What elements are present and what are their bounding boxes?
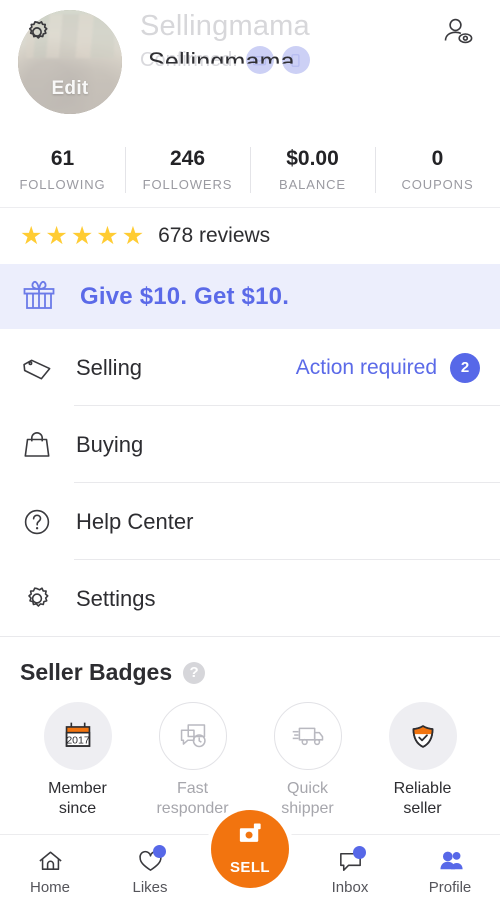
truck-icon: [273, 702, 342, 770]
bag-icon: [20, 428, 66, 462]
calendar-2017-icon: 2017: [43, 702, 112, 770]
badge-label: Quick: [287, 780, 328, 797]
rating-stars: ★ ★ ★ ★ ★: [20, 221, 145, 250]
status-badge: 2: [450, 352, 480, 383]
action-required-label: Action required: [295, 355, 437, 379]
star-icon: ★: [20, 221, 43, 250]
seller-badges-section: Seller Badges ? 2017 Member since Fast r…: [0, 637, 500, 818]
badge-label: Member: [48, 780, 107, 797]
stat-coupons[interactable]: 0 COUPONS: [375, 141, 500, 195]
tag-icon: [20, 351, 66, 385]
heart-icon: [136, 845, 166, 875]
svg-text:2017: 2017: [66, 734, 90, 746]
nav-profile[interactable]: Profile: [400, 835, 500, 896]
camera-icon: [234, 822, 267, 856]
star-icon: ★: [45, 221, 68, 250]
badge-sublabel: responder: [156, 800, 229, 817]
home-icon: [36, 845, 65, 875]
reviews-row[interactable]: ★ ★ ★ ★ ★ 678 reviews: [0, 208, 500, 264]
nav-label: Profile: [428, 879, 472, 896]
gear-icon: [20, 582, 66, 616]
gift-icon: [20, 275, 58, 318]
question-icon: [20, 505, 66, 539]
reviews-count: 678 reviews: [158, 224, 271, 247]
seller-badges-list: 2017 Member since Fast responder Quick s…: [20, 702, 480, 818]
account-menu: Selling Action required 2 Buying Help Ce…: [0, 329, 500, 637]
stat-label: FOLLOWING: [19, 176, 106, 192]
menu-item-label: Buying: [76, 431, 144, 457]
referral-banner[interactable]: Give $10. Get $10.: [0, 264, 500, 329]
nav-home[interactable]: Home: [0, 835, 100, 896]
username-ghost: Sellingmama: [140, 10, 310, 42]
menu-item-label: Settings: [76, 585, 156, 611]
inbox-icon: [336, 845, 366, 875]
notification-dot: [152, 845, 166, 858]
stat-value: 246: [169, 147, 206, 171]
stat-label: BALANCE: [279, 176, 346, 192]
avatar-edit-label[interactable]: Edit: [18, 78, 122, 100]
badge-label: Reliable: [393, 780, 452, 797]
stat-label: COUPONS: [401, 176, 474, 192]
chat-clock-icon: [158, 702, 227, 770]
stat-value: 61: [50, 147, 75, 171]
profile-views-icon[interactable]: [440, 14, 476, 50]
stat-following[interactable]: 61 FOLLOWING: [0, 141, 125, 195]
stat-value: $0.00: [286, 147, 339, 171]
stat-value: 0: [431, 147, 444, 171]
seller-badges-header: Seller Badges ?: [20, 659, 480, 686]
sell-label: SELL: [230, 859, 270, 876]
stat-followers[interactable]: 246 FOLLOWERS: [125, 141, 250, 195]
menu-item-status[interactable]: Action required 2: [295, 352, 480, 383]
badge-label: Fast: [176, 780, 209, 797]
stat-balance[interactable]: $0.00 BALANCE: [250, 141, 375, 195]
badge-member[interactable]: 2017 Member since: [20, 702, 135, 818]
badge-fast[interactable]: Fast responder: [135, 702, 250, 818]
badge-quick[interactable]: Quick shipper: [250, 702, 365, 818]
gear-icon[interactable]: [20, 16, 54, 50]
star-icon: ★: [70, 221, 94, 250]
menu-item-selling[interactable]: Selling Action required 2: [0, 329, 500, 406]
menu-item-buying[interactable]: Buying: [0, 406, 500, 483]
section-title: Seller Badges: [20, 659, 173, 685]
stat-label: FOLLOWERS: [142, 176, 233, 192]
bottom-navigation: Home Likes Inbox Profile SELL: [0, 810, 500, 906]
badge-sublabel: shipper: [281, 800, 334, 817]
shield-check-icon: [388, 702, 457, 770]
help-icon[interactable]: ?: [183, 661, 206, 684]
profile-header: Edit Sellingmama Confirmed: Sellingmama: [0, 0, 500, 130]
stats-row: 61 FOLLOWING 246 FOLLOWERS $0.00 BALANCE…: [0, 130, 500, 208]
nav-likes[interactable]: Likes: [100, 835, 200, 896]
notification-dot: [352, 846, 366, 859]
nav-label: Home: [29, 879, 70, 896]
nav-label: Inbox: [331, 879, 369, 896]
menu-item-settings[interactable]: Settings: [0, 560, 500, 637]
menu-item-help-center[interactable]: Help Center: [0, 483, 500, 560]
divider: [0, 636, 500, 637]
badge-reliable[interactable]: Reliable seller: [365, 702, 480, 818]
menu-item-label: Selling: [76, 354, 143, 380]
badge-sublabel: seller: [403, 800, 442, 817]
referral-label: Give $10. Get $10.: [80, 282, 290, 310]
sell-button[interactable]: SELL: [211, 810, 289, 888]
people-icon: [436, 845, 465, 875]
menu-item-label: Help Center: [76, 508, 194, 534]
star-icon: ★: [96, 221, 119, 250]
username-block: Sellingmama Confirmed:: [140, 8, 420, 75]
star-icon: ★: [121, 221, 145, 250]
badge-sublabel: since: [58, 800, 97, 817]
nav-inbox[interactable]: Inbox: [300, 835, 400, 896]
nav-label: Likes: [132, 879, 168, 896]
